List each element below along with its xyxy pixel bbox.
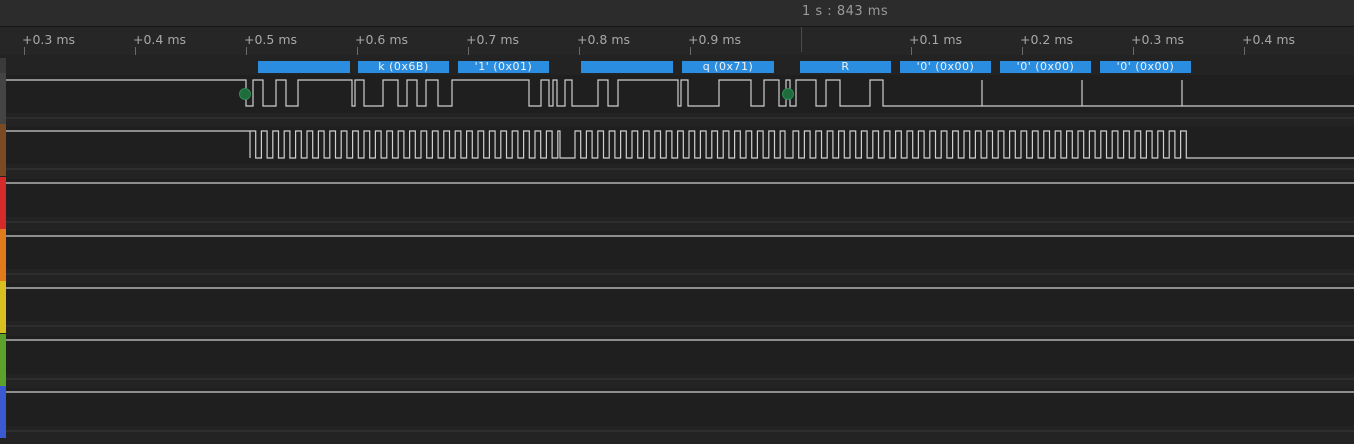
ruler-tick-mark	[1133, 47, 1134, 55]
ruler-tick-mark	[911, 47, 912, 55]
ruler-tick-mark	[579, 47, 580, 55]
waveform-canvas[interactable]	[0, 0, 1354, 444]
ruler-tick-mark	[690, 47, 691, 55]
start-stop-marker[interactable]	[239, 88, 251, 100]
ruler-tick-mark	[1244, 47, 1245, 55]
scl-signal	[6, 130, 1354, 159]
sda-signal	[6, 79, 1354, 107]
ruler-tick-mark	[246, 47, 247, 55]
ruler-tick-mark	[135, 47, 136, 55]
ruler-tick-mark	[468, 47, 469, 55]
ruler-tick-mark	[24, 47, 25, 55]
ruler-tick-mark	[357, 47, 358, 55]
start-stop-marker[interactable]	[782, 88, 794, 100]
ruler-tick-mark	[1022, 47, 1023, 55]
